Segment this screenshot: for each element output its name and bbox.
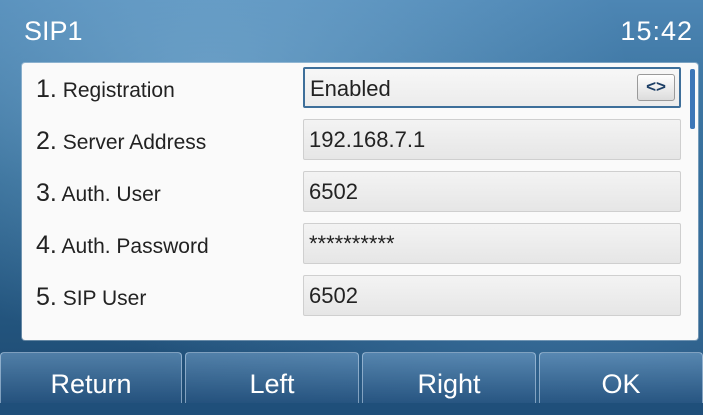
settings-list: 1. Registration Enabled <> 2. Server Add… [22, 63, 698, 340]
list-item-auth-password[interactable]: 4. Auth. Password ********** [22, 219, 686, 271]
server-address-field[interactable]: 192.168.7.1 [303, 119, 681, 160]
clock: 15:42 [620, 15, 693, 46]
return-button[interactable]: Return [0, 352, 182, 403]
auth-password-field[interactable]: ********** [303, 223, 681, 264]
list-item-server-address[interactable]: 2. Server Address 192.168.7.1 [22, 115, 686, 167]
auth-user-field[interactable]: 6502 [303, 171, 681, 212]
left-button[interactable]: Left [185, 352, 359, 403]
field-value: ********** [309, 231, 395, 256]
item-label: 4. Auth. Password [36, 231, 209, 259]
status-bar: SIP1 15:42 [0, 0, 703, 62]
softkey-bar: Return Left Right OK [0, 352, 703, 403]
right-button[interactable]: Right [362, 352, 536, 403]
field-value: Enabled [310, 76, 391, 101]
sip-user-field[interactable]: 6502 [303, 275, 681, 316]
item-label: 5. SIP User [36, 283, 147, 311]
scrollbar[interactable] [690, 69, 695, 129]
field-value: 6502 [309, 283, 358, 308]
list-item-sip-user[interactable]: 5. SIP User 6502 [22, 271, 686, 323]
field-value: 192.168.7.1 [309, 127, 426, 152]
item-label: 3. Auth. User [36, 179, 161, 207]
field-value: 6502 [309, 179, 358, 204]
item-label: 2. Server Address [36, 127, 207, 155]
item-label: 1. Registration [36, 75, 175, 103]
list-item-auth-user[interactable]: 3. Auth. User 6502 [22, 167, 686, 219]
ok-button[interactable]: OK [539, 352, 703, 403]
list-item-registration[interactable]: 1. Registration Enabled <> [22, 63, 686, 115]
registration-select[interactable]: Enabled <> [303, 67, 681, 108]
page-title: SIP1 [24, 15, 83, 46]
switch-arrows-icon[interactable]: <> [637, 74, 675, 101]
